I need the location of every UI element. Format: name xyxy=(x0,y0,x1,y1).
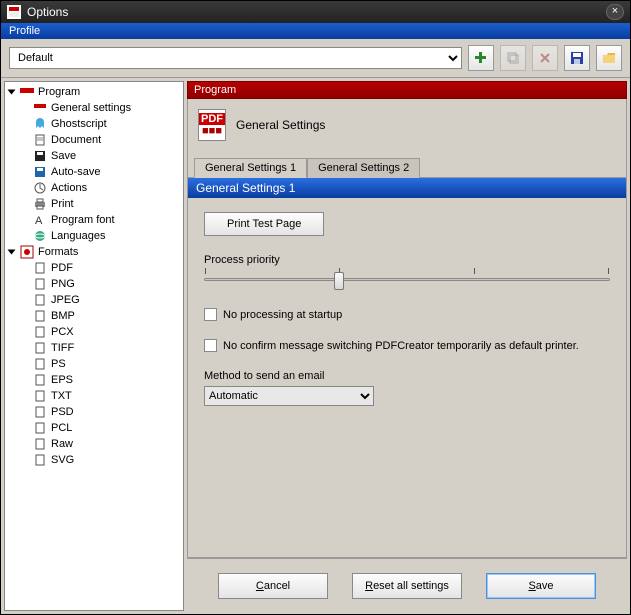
tab-general-settings-1[interactable]: General Settings 1 xyxy=(194,158,307,178)
slider-thumb[interactable] xyxy=(334,272,344,290)
content-panel: Program PDF■■■ General Settings General … xyxy=(187,81,627,611)
tree-item-jpeg[interactable]: JPEG xyxy=(5,292,183,308)
profile-delete-button xyxy=(532,45,558,71)
tree-item-languages[interactable]: Languages xyxy=(5,228,183,244)
app-icon xyxy=(7,5,21,19)
file-icon xyxy=(33,309,47,323)
save-button[interactable]: Save xyxy=(486,573,596,599)
tree-node-formats[interactable]: Formats xyxy=(5,244,183,260)
floppy-auto-icon xyxy=(33,165,47,179)
tree-item-auto-save[interactable]: Auto-save xyxy=(5,164,183,180)
file-icon xyxy=(33,405,47,419)
tree-item-save[interactable]: Save xyxy=(5,148,183,164)
no-processing-label: No processing at startup xyxy=(223,309,342,321)
tree-item-bmp[interactable]: BMP xyxy=(5,308,183,324)
profile-save-button[interactable] xyxy=(564,45,590,71)
printer-icon xyxy=(33,197,47,211)
priority-label: Process priority xyxy=(204,254,610,266)
tree-item-actions[interactable]: Actions xyxy=(5,180,183,196)
file-icon xyxy=(33,293,47,307)
tree-item-tiff[interactable]: TIFF xyxy=(5,340,183,356)
ghost-icon xyxy=(33,117,47,131)
tab-general-settings-2[interactable]: General Settings 2 xyxy=(307,158,420,178)
formats-icon xyxy=(20,245,34,259)
tree-node-program[interactable]: Program xyxy=(5,84,183,100)
document-icon xyxy=(33,133,47,147)
file-icon xyxy=(33,357,47,371)
process-priority-group: Process priority xyxy=(204,254,610,290)
file-icon xyxy=(33,453,47,467)
tree-item-program-font[interactable]: AProgram font xyxy=(5,212,183,228)
reset-button[interactable]: Reset all settings xyxy=(352,573,462,599)
print-test-page-button[interactable]: Print Test Page xyxy=(204,212,324,236)
pdf-icon xyxy=(20,85,34,99)
file-icon xyxy=(33,341,47,355)
tree-item-psd[interactable]: PSD xyxy=(5,404,183,420)
tree-item-pdf[interactable]: PDF xyxy=(5,260,183,276)
no-processing-checkbox[interactable] xyxy=(204,308,217,321)
subsection-header: General Settings 1 xyxy=(188,178,626,198)
file-icon xyxy=(33,261,47,275)
cancel-button[interactable]: Cancel xyxy=(218,573,328,599)
tree-item-pcx[interactable]: PCX xyxy=(5,324,183,340)
tree-item-svg[interactable]: SVG xyxy=(5,452,183,468)
pdf-icon xyxy=(33,101,47,115)
file-icon xyxy=(33,437,47,451)
globe-icon xyxy=(33,229,47,243)
nav-tree: Program General settings Ghostscript Doc… xyxy=(4,81,184,611)
profile-add-button[interactable] xyxy=(468,45,494,71)
file-icon xyxy=(33,325,47,339)
actions-icon xyxy=(33,181,47,195)
file-icon xyxy=(33,389,47,403)
tree-item-document[interactable]: Document xyxy=(5,132,183,148)
tree-item-pcl[interactable]: PCL xyxy=(5,420,183,436)
priority-slider[interactable] xyxy=(204,268,610,290)
tab-body: General Settings 1 Print Test Page Proce… xyxy=(187,177,627,558)
floppy-icon xyxy=(33,149,47,163)
profile-open-button[interactable] xyxy=(596,45,622,71)
svg-text:A: A xyxy=(35,215,43,226)
tree-item-raw[interactable]: Raw xyxy=(5,436,183,452)
titlebar: Options × xyxy=(1,1,630,23)
tree-item-png[interactable]: PNG xyxy=(5,276,183,292)
tree-item-ps[interactable]: PS xyxy=(5,356,183,372)
tabs: General Settings 1 General Settings 2 xyxy=(187,157,627,177)
profile-copy-button xyxy=(500,45,526,71)
font-icon: A xyxy=(33,213,47,227)
profile-section-label: Profile xyxy=(1,23,630,39)
tree-item-general-settings[interactable]: General settings xyxy=(5,100,183,116)
tree-item-txt[interactable]: TXT xyxy=(5,388,183,404)
dialog-buttons: Cancel Reset all settings Save xyxy=(187,558,627,611)
window-title: Options xyxy=(27,5,606,19)
file-icon xyxy=(33,373,47,387)
pdf-badge-icon: PDF■■■ xyxy=(198,109,226,141)
file-icon xyxy=(33,421,47,435)
page-header: PDF■■■ General Settings xyxy=(187,99,627,157)
profile-toolbar: Default xyxy=(1,39,630,77)
section-header: Program xyxy=(187,81,627,99)
email-method-select[interactable]: Automatic xyxy=(204,386,374,406)
close-button[interactable]: × xyxy=(606,4,624,20)
tree-item-ghostscript[interactable]: Ghostscript xyxy=(5,116,183,132)
tree-item-print[interactable]: Print xyxy=(5,196,183,212)
main-area: Program General settings Ghostscript Doc… xyxy=(1,77,630,614)
no-confirm-label: No confirm message switching PDFCreator … xyxy=(223,340,579,352)
page-title: General Settings xyxy=(236,118,325,132)
options-window: Options × Profile Default Program Genera… xyxy=(0,0,631,615)
no-confirm-checkbox[interactable] xyxy=(204,339,217,352)
file-icon xyxy=(33,277,47,291)
email-method-label: Method to send an email xyxy=(204,370,610,382)
tree-item-eps[interactable]: EPS xyxy=(5,372,183,388)
profile-select[interactable]: Default xyxy=(9,47,462,69)
